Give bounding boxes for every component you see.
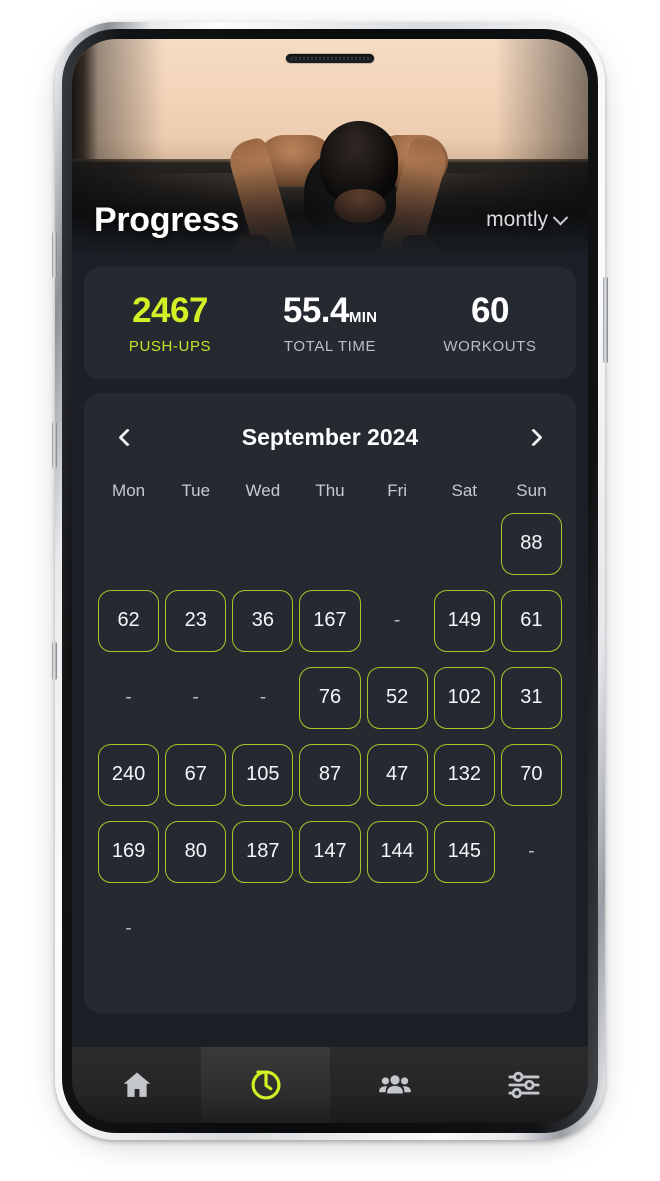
calendar-day-empty[interactable]: - bbox=[367, 590, 428, 652]
calendar-day-blank bbox=[165, 898, 226, 960]
nav-item-settings[interactable] bbox=[459, 1047, 588, 1123]
calendar-day-blank bbox=[501, 898, 562, 960]
history-clock-icon bbox=[251, 1070, 280, 1100]
volume-up-button[interactable] bbox=[52, 232, 57, 278]
calendar-day-blank bbox=[367, 898, 428, 960]
stat-pushups: 2467 PUSH-UPS bbox=[90, 291, 250, 355]
people-group-icon bbox=[378, 1075, 411, 1094]
chevron-right-icon bbox=[523, 428, 543, 447]
calendar-weekday-wed: Wed bbox=[245, 480, 281, 500]
calendar-day-blank bbox=[232, 898, 293, 960]
power-button[interactable] bbox=[603, 277, 608, 363]
calendar-day-cell[interactable]: 132 bbox=[433, 743, 495, 806]
calendar-day-blank bbox=[299, 513, 360, 575]
stat-workouts: 60 WORKOUTS bbox=[410, 291, 570, 355]
calendar-day-cell[interactable]: 31 bbox=[500, 666, 562, 729]
calendar-day-cell[interactable]: 102 bbox=[433, 666, 495, 729]
calendar-weekday-fri: Fri bbox=[387, 480, 408, 500]
calendar-weekday-header: Mon Tue Wed Thu Fri Sat Sun bbox=[98, 481, 562, 501]
period-dropdown-label: montly bbox=[486, 208, 548, 231]
calendar-day-cell[interactable]: 62 bbox=[98, 589, 160, 652]
stat-total-time-value: 55.4MIN bbox=[250, 291, 410, 330]
calendar-day-blank bbox=[98, 513, 159, 575]
calendar-week-row: 62 23 36 167-149 61 bbox=[98, 589, 562, 652]
stat-total-time-unit: MIN bbox=[349, 309, 378, 326]
calendar-day-blank bbox=[232, 513, 293, 575]
calendar-day-blank bbox=[165, 513, 226, 575]
stat-workouts-label: WORKOUTS bbox=[443, 337, 537, 355]
home-icon bbox=[123, 1072, 150, 1097]
page-title: Progress bbox=[94, 200, 240, 239]
hero-title-bar: Progress montly bbox=[72, 193, 588, 255]
volume-down-button[interactable] bbox=[52, 422, 57, 468]
calendar-week-row: - - -76 52 102 31 bbox=[98, 666, 562, 729]
stat-pushups-label: PUSH-UPS bbox=[128, 337, 212, 355]
calendar-day-blank bbox=[434, 513, 495, 575]
calendar-day-cell[interactable]: 149 bbox=[433, 589, 495, 652]
calendar-day-cell[interactable]: 61 bbox=[500, 589, 562, 652]
earpiece-speaker bbox=[286, 54, 374, 63]
calendar-day-empty[interactable]: - bbox=[98, 898, 159, 960]
calendar-day-cell[interactable]: 147 bbox=[299, 820, 361, 883]
calendar-day-cell[interactable]: 145 bbox=[433, 820, 495, 883]
calendar-day-empty[interactable]: - bbox=[232, 667, 293, 729]
calendar-day-cell[interactable]: 169 bbox=[98, 820, 160, 883]
stats-summary-card: 2467 PUSH-UPS 55.4MIN TOTAL TIME 60 WORK… bbox=[84, 267, 576, 379]
calendar-weeks: 88 62 23 36 167-149 61- - -76 52 102 31 240 67 105 87 4… bbox=[98, 512, 562, 960]
calendar-day-cell[interactable]: 70 bbox=[500, 743, 562, 806]
calendar-day-cell[interactable]: 105 bbox=[232, 743, 294, 806]
calendar-card: September 2024 Mon Tue Wed Thu Fri Sat Sun 88 6… bbox=[84, 392, 576, 1013]
hero-image: Progress montly bbox=[72, 39, 588, 255]
sliders-settings-icon bbox=[507, 1071, 540, 1099]
nav-item-community[interactable] bbox=[330, 1047, 459, 1123]
phone-screen: Progress montly 2467 PUSH-UPS 55.4MIN TO… bbox=[72, 39, 588, 1123]
calendar-day-cell[interactable]: 144 bbox=[366, 820, 428, 883]
stat-total-time-number: 55.4 bbox=[282, 291, 350, 330]
calendar-header: September 2024 bbox=[98, 413, 562, 459]
calendar-day-cell[interactable]: 87 bbox=[299, 743, 361, 806]
stat-workouts-value: 60 bbox=[471, 291, 509, 330]
stat-total-time: 55.4MIN TOTAL TIME bbox=[250, 291, 410, 355]
calendar-weekday-thu: Thu bbox=[315, 480, 345, 500]
calendar-day-cell[interactable]: 23 bbox=[165, 589, 227, 652]
bottom-navigation bbox=[72, 1047, 588, 1123]
calendar-next-month-button[interactable] bbox=[516, 421, 550, 455]
chevron-left-icon bbox=[117, 428, 137, 447]
assistant-button[interactable] bbox=[52, 642, 57, 680]
calendar-day-cell[interactable]: 76 bbox=[299, 666, 361, 729]
calendar-day-blank bbox=[299, 898, 360, 960]
calendar-day-blank bbox=[367, 513, 428, 575]
calendar-day-cell[interactable]: 36 bbox=[232, 589, 294, 652]
calendar-day-empty[interactable]: - bbox=[98, 667, 159, 729]
calendar-day-cell[interactable]: 47 bbox=[366, 743, 428, 806]
chevron-down-icon bbox=[552, 209, 569, 225]
calendar-weekday-mon: Mon bbox=[112, 480, 146, 500]
calendar-week-row: 169 80 187 147 144 145- bbox=[98, 820, 562, 883]
calendar-day-cell[interactable]: 88 bbox=[500, 512, 562, 575]
calendar-weekday-sun: Sun bbox=[516, 480, 547, 500]
calendar-day-blank bbox=[434, 898, 495, 960]
calendar-day-empty[interactable]: - bbox=[165, 667, 226, 729]
nav-item-home[interactable] bbox=[72, 1047, 201, 1123]
calendar-week-row: - bbox=[98, 898, 562, 960]
calendar-week-row: 88 bbox=[98, 512, 562, 575]
calendar-day-cell[interactable]: 52 bbox=[366, 666, 428, 729]
nav-item-history[interactable] bbox=[201, 1047, 330, 1123]
calendar-week-row: 240 67 105 87 47 132 70 bbox=[98, 743, 562, 806]
calendar-day-cell[interactable]: 240 bbox=[98, 743, 160, 806]
calendar-weekday-tue: Tue bbox=[181, 480, 211, 500]
period-dropdown[interactable]: montly bbox=[486, 208, 569, 232]
calendar-day-empty[interactable]: - bbox=[501, 821, 562, 883]
calendar-prev-month-button[interactable] bbox=[110, 421, 144, 455]
calendar-day-cell[interactable]: 67 bbox=[165, 743, 227, 806]
calendar-day-cell[interactable]: 187 bbox=[232, 820, 294, 883]
app-content: 2467 PUSH-UPS 55.4MIN TOTAL TIME 60 WORK… bbox=[72, 255, 588, 1123]
calendar-day-cell[interactable]: 167 bbox=[299, 589, 361, 652]
calendar-weekday-sat: Sat bbox=[451, 480, 478, 500]
calendar-month-title: September 2024 bbox=[241, 424, 419, 451]
stat-pushups-value: 2467 bbox=[132, 291, 208, 330]
stat-total-time-label: TOTAL TIME bbox=[283, 337, 377, 355]
calendar-day-cell[interactable]: 80 bbox=[165, 820, 227, 883]
phone-device: Progress montly 2467 PUSH-UPS 55.4MIN TO… bbox=[52, 22, 608, 1147]
